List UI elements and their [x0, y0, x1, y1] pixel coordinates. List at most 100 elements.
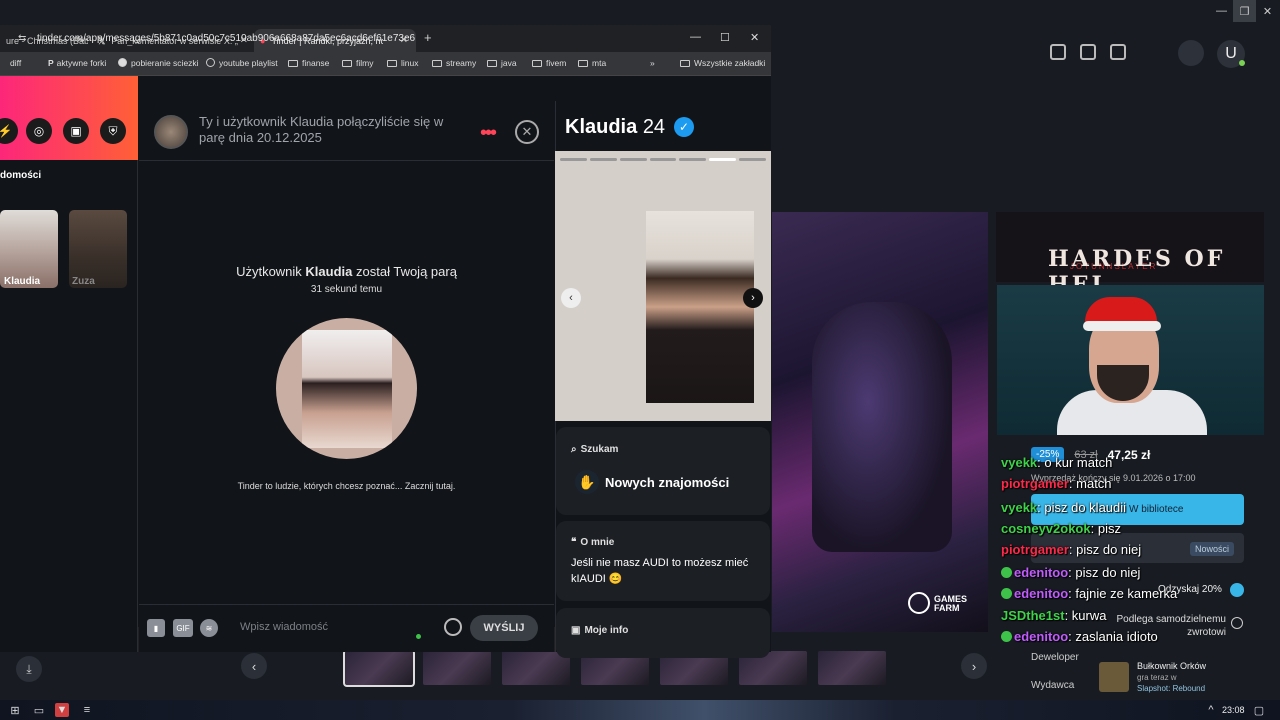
chat-message: cosneyv2okok: pisz	[1001, 521, 1121, 536]
tray-chevron-icon[interactable]: ^	[1204, 703, 1218, 717]
chat-username[interactable]: vyekk	[1001, 455, 1037, 470]
chat-text: : pisz do klaudii	[1037, 500, 1127, 515]
send-button[interactable]: WYŚLIJ	[470, 615, 538, 641]
thumbnail-video[interactable]	[423, 651, 491, 685]
bookmark-filmy[interactable]: filmy	[342, 58, 373, 68]
bookmark-java[interactable]: java	[487, 58, 517, 68]
chat-message: JSDthe1st: kurwa	[1001, 608, 1106, 623]
site-settings-icon[interactable]: ⇆	[18, 33, 26, 44]
bookmark-fivem[interactable]: fivem	[532, 58, 566, 68]
minimize-icon[interactable]: —	[690, 31, 701, 43]
taskbar	[0, 700, 1280, 720]
next-thumb-button[interactable]: ›	[961, 653, 987, 679]
about-title: ❝ O mnie	[571, 537, 615, 548]
prev-thumb-button[interactable]: ‹	[241, 653, 267, 679]
match-avatar[interactable]	[154, 115, 188, 149]
chat-username[interactable]: cosneyv2okok	[1001, 521, 1091, 536]
profile-name: Klaudia 24	[565, 116, 666, 138]
download-icon[interactable]: ⤓	[16, 656, 42, 682]
bookmark-youtube[interactable]: youtube playlist	[206, 58, 278, 68]
new-tab-icon[interactable]: +	[424, 30, 432, 45]
chat-username[interactable]: edenitoo	[1014, 629, 1068, 644]
all-bookmarks[interactable]: Wszystkie zakładki	[680, 58, 765, 68]
looking-for-value: Nowych znajomości	[605, 475, 730, 490]
bookmark-streamy[interactable]: streamy	[432, 58, 476, 68]
new-price: 47,25 zł	[1107, 447, 1151, 462]
close-icon[interactable]: ✕	[1256, 0, 1279, 22]
friend-game[interactable]: Slapshot: Rebound	[1137, 684, 1205, 693]
bookmark-finanse[interactable]: finanse	[288, 58, 329, 68]
info-icon[interactable]	[1230, 583, 1244, 597]
gift-icon[interactable]	[1080, 44, 1096, 60]
profile-photo[interactable]	[555, 151, 771, 421]
chat-text: : match	[1068, 476, 1112, 491]
file-explorer-icon[interactable]: ▭	[32, 703, 46, 717]
brave-browser-icon[interactable]: ▼	[55, 703, 69, 717]
chat-text: : kurwa	[1064, 608, 1107, 623]
bookmarks-bar	[0, 52, 771, 76]
notification-icon[interactable]: ▢	[1252, 703, 1266, 717]
chat-text: : pisz do niej	[1068, 565, 1141, 580]
bookmark-mta[interactable]: mta	[578, 58, 606, 68]
cart-icon[interactable]	[1110, 44, 1126, 60]
bookmark-icon[interactable]	[1050, 44, 1066, 60]
bookmark-linux[interactable]: linux	[387, 58, 418, 68]
thumbnail[interactable]	[818, 651, 886, 685]
games-farm-text: GAMES FARM	[934, 594, 968, 613]
windows-start-icon[interactable]: ⊞	[8, 703, 22, 717]
store-window-controls: — ❐ ✕	[1210, 0, 1280, 22]
next-photo-button[interactable]: ›	[743, 288, 763, 308]
match-name: Zuza	[72, 276, 95, 287]
explore-icon[interactable]: ◎	[26, 118, 52, 144]
chat-badge-icon	[1001, 567, 1012, 578]
sticker-icon[interactable]: ▮	[147, 619, 165, 637]
match-photo[interactable]	[276, 318, 417, 459]
user-avatar[interactable]: U	[1217, 40, 1245, 68]
thumbnail[interactable]	[343, 649, 415, 687]
bookmark-aktywne-forki[interactable]: Paktywne forki	[48, 58, 106, 68]
bookmark-diff[interactable]: diff	[10, 58, 21, 68]
chat-username[interactable]: JSDthe1st	[1001, 608, 1065, 623]
minimize-icon[interactable]: —	[1210, 0, 1233, 22]
prev-photo-button[interactable]: ‹	[561, 288, 581, 308]
chat-badge-icon	[1001, 588, 1012, 599]
close-conversation-icon[interactable]: ✕	[515, 120, 539, 144]
spotify-icon[interactable]: ≋	[200, 619, 218, 637]
chat-username[interactable]: piotrgamer	[1001, 476, 1069, 491]
chat-username[interactable]: piotrgamer	[1001, 542, 1069, 557]
chat-username[interactable]: edenitoo	[1014, 565, 1068, 580]
restore-icon[interactable]: ❐	[1233, 0, 1256, 22]
news-badge: Nowości	[1190, 542, 1235, 556]
emoji-icon[interactable]	[444, 618, 462, 636]
maximize-icon[interactable]: ☐	[720, 31, 730, 44]
help-icon[interactable]	[1231, 617, 1243, 629]
chat-message: edenitoo: pisz do niej	[1001, 565, 1140, 580]
message-input[interactable]: Wpisz wiadomość	[240, 621, 328, 633]
friend-status: gra teraz w	[1137, 673, 1177, 682]
chat-text: : o kur match	[1037, 455, 1113, 470]
shield-icon[interactable]: ⛨	[100, 118, 126, 144]
messages-heading: domości	[0, 170, 42, 181]
gif-button[interactable]: GIF	[173, 619, 193, 637]
friend-name[interactable]: Bułkownik Orków	[1137, 661, 1206, 671]
webcam-overlay	[997, 285, 1264, 435]
store-top-icons	[1050, 44, 1126, 60]
publisher-label: Wydawca	[1031, 680, 1075, 691]
chat-message: piotrgamer: pisz do niej	[1001, 542, 1141, 557]
close-icon[interactable]: ✕	[750, 31, 759, 44]
chat-username[interactable]: vyekk	[1001, 500, 1037, 515]
app-icon[interactable]: ≡	[80, 703, 94, 717]
chat-message: vyekk: pisz do klaudii	[1001, 500, 1126, 515]
chat-username[interactable]: edenitoo	[1014, 586, 1068, 601]
wave-icon: ✋	[575, 470, 599, 494]
more-options-icon[interactable]: •••	[480, 122, 497, 145]
friends-icon[interactable]	[1178, 40, 1204, 66]
url-text[interactable]: tinder.com/app/messages/5b871c0ad50c7c51…	[37, 33, 415, 44]
artwork-figure	[812, 302, 952, 552]
briefcase-icon[interactable]: ▣	[63, 118, 89, 144]
bookmark-pobieranie[interactable]: pobieranie sciezki	[118, 58, 199, 68]
bookmarks-overflow[interactable]: »	[650, 58, 655, 68]
about-text: Jeśli nie masz AUDI to możesz mieć kIAUD…	[571, 557, 749, 585]
chat-message: edenitoo: fajnie ze kamerka	[1001, 586, 1177, 601]
chat-badge-icon	[1001, 631, 1012, 642]
